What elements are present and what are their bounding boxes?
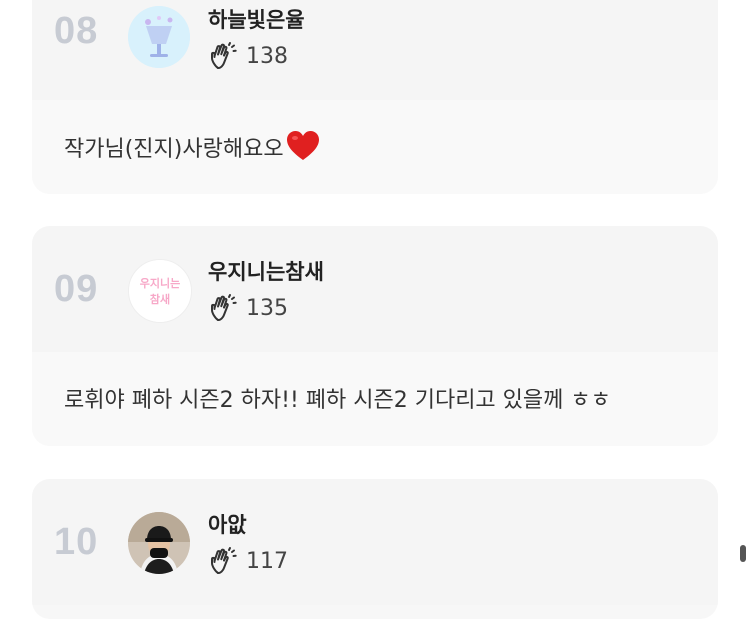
comment-body: 로휘야 폐하 시즌2 하자!! 폐하 시즌2 기다리고 있을께 ㅎㅎ (32, 352, 718, 446)
like-count-group[interactable]: 138 (208, 40, 288, 72)
scrollbar[interactable] (740, 545, 746, 562)
svg-text:참새: 참새 (150, 292, 170, 306)
like-count: 117 (246, 548, 288, 574)
rank-number: 09 (54, 268, 99, 310)
sparkle-drink-avatar-icon (128, 6, 190, 68)
like-count: 138 (246, 43, 288, 69)
text-logo-avatar-icon: 우지니는 참새 (129, 260, 191, 322)
person-cap-avatar-icon (128, 512, 190, 574)
rank-number: 08 (54, 10, 99, 52)
svg-text:우지니는: 우지니는 (140, 276, 180, 290)
comment-body: 작가님(진지)사랑해요오 (32, 100, 718, 194)
comment-header: 10 아앖 117 (32, 479, 718, 605)
comment-header: 09 우지니는 참새 우지니는참새 135 (32, 226, 718, 352)
nickname[interactable]: 하늘빛은율 (208, 4, 305, 34)
avatar[interactable]: 우지니는 참새 (128, 259, 192, 323)
comment-text-content: 작가님(진지)사랑해요오 (64, 137, 284, 162)
like-count-group[interactable]: 117 (208, 545, 288, 577)
comment-card: 09 우지니는 참새 우지니는참새 135 로휘야 폐하 시즌2 하자!! 폐하… (32, 226, 718, 446)
comment-text: 로휘야 폐하 시즌2 하자!! 폐하 시즌2 기다리고 있을께 ㅎㅎ (64, 388, 611, 413)
comment-header: 08 하늘빛은율 138 (32, 0, 718, 100)
avatar[interactable] (128, 6, 190, 68)
clap-hands-icon (211, 42, 237, 70)
comment-card: 08 하늘빛은율 138 작가님(진지)사랑해요오 (32, 0, 718, 194)
comment-card: 10 아앖 117 (32, 479, 718, 619)
nickname[interactable]: 아앖 (208, 509, 247, 539)
heart-emoji-icon (286, 130, 320, 168)
nickname[interactable]: 우지니는참새 (208, 256, 324, 286)
rank-number: 10 (54, 521, 99, 563)
avatar[interactable] (128, 512, 190, 574)
like-count-group[interactable]: 135 (208, 292, 288, 324)
clap-hands-icon (211, 294, 237, 322)
clap-hands-icon (211, 547, 237, 575)
like-count: 135 (246, 295, 288, 321)
comment-text: 작가님(진지)사랑해요오 (64, 130, 320, 168)
